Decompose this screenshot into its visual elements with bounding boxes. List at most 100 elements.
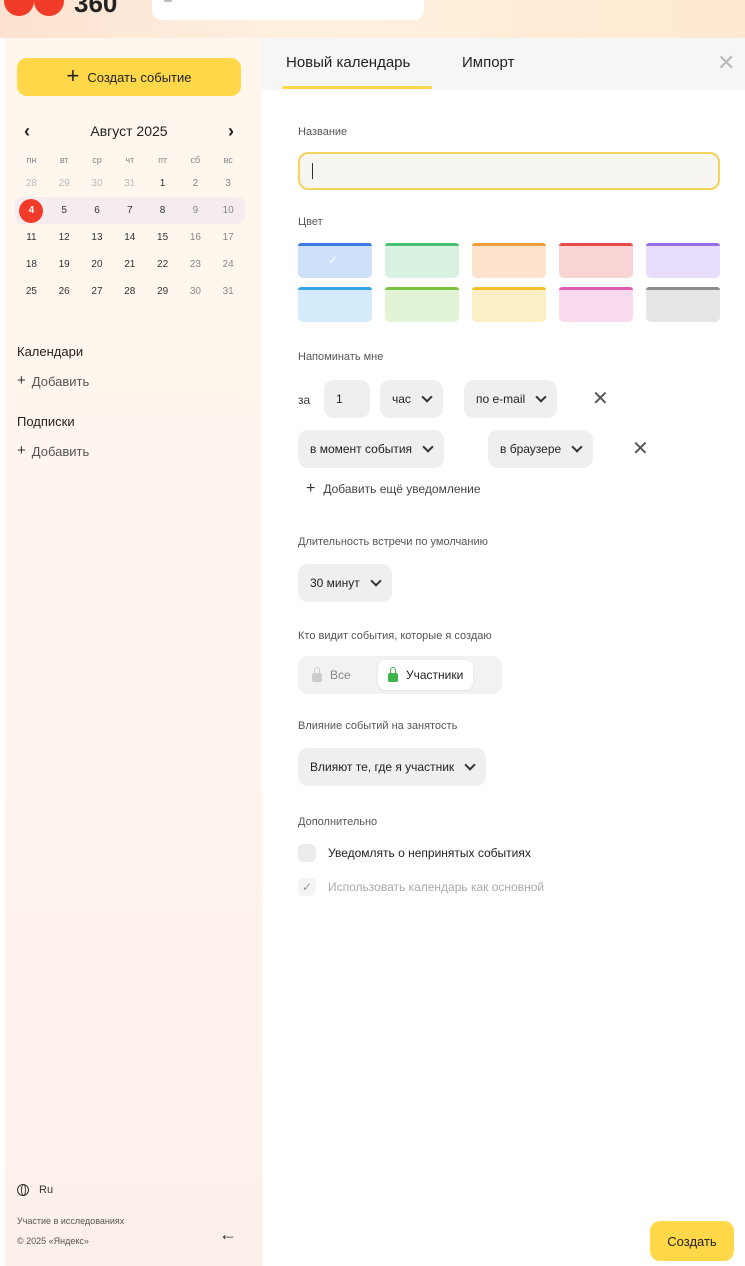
- color-swatch-bar: [646, 287, 720, 290]
- next-month-button[interactable]: ›: [221, 121, 241, 142]
- calendar-day[interactable]: 18: [15, 259, 48, 270]
- calendar-day[interactable]: 30: [179, 286, 212, 297]
- add-subscription-link[interactable]: + Добавить: [17, 443, 89, 459]
- calendar-day[interactable]: 26: [48, 286, 81, 297]
- reminder2-channel-select[interactable]: в браузере: [488, 430, 594, 468]
- busy-select[interactable]: Влияют те, где я участник: [298, 748, 487, 786]
- calendar-day[interactable]: 28: [113, 286, 146, 297]
- calendar-week-row: 25 26 27 28 29 30 31: [15, 278, 245, 305]
- calendar-day[interactable]: 29: [48, 178, 81, 189]
- visibility-option-participants[interactable]: Участники: [378, 660, 474, 690]
- calendar-day-number: 28: [124, 286, 136, 297]
- calendar-day[interactable]: 2: [179, 178, 212, 189]
- calendar-day[interactable]: 9: [179, 205, 212, 216]
- calendar-day[interactable]: 10: [212, 205, 245, 216]
- calendar-day[interactable]: 28: [15, 178, 48, 189]
- research-link[interactable]: Участие в исследованиях: [17, 1216, 124, 1226]
- calendar-day[interactable]: 3: [212, 178, 245, 189]
- reminder-unit-select[interactable]: час: [380, 380, 443, 418]
- calendar-day[interactable]: 17: [212, 232, 245, 243]
- color-swatch[interactable]: [646, 287, 720, 322]
- prev-month-button[interactable]: ‹: [17, 121, 37, 142]
- calendar-day[interactable]: 8: [146, 205, 179, 216]
- remind-label: Напоминать мне: [298, 351, 384, 363]
- calendar-day-number: 10: [222, 205, 234, 216]
- color-swatch[interactable]: [559, 243, 633, 278]
- reminder2-channel-value: в браузере: [500, 442, 562, 456]
- calendar-day[interactable]: 7: [113, 205, 146, 216]
- calendar-week-row: 28 29 30 31 1 2 3: [15, 170, 245, 197]
- subscriptions-title: Подписки: [17, 414, 75, 429]
- use-as-primary-checkbox[interactable]: ✓: [298, 878, 316, 896]
- calendar-day[interactable]: 13: [81, 232, 114, 243]
- calendar-day[interactable]: 1: [146, 178, 179, 189]
- tab-new-calendar[interactable]: Новый календарь: [286, 54, 410, 71]
- calendar-day[interactable]: 22: [146, 259, 179, 270]
- remove-reminder-2-icon[interactable]: ✕: [632, 436, 649, 461]
- reminder-amount-input[interactable]: 1: [324, 380, 370, 418]
- reminder-channel-select[interactable]: по e-mail: [464, 380, 558, 418]
- add-reminder-link[interactable]: + Добавить ещё уведомление: [306, 480, 481, 497]
- calendar-day[interactable]: 6: [81, 205, 114, 216]
- close-icon[interactable]: ✕: [717, 50, 735, 76]
- collapse-sidebar-icon[interactable]: ←: [219, 1224, 237, 1245]
- calendar-day[interactable]: 27: [81, 286, 114, 297]
- create-event-button[interactable]: + Создать событие: [17, 58, 241, 96]
- color-swatch[interactable]: [646, 243, 720, 278]
- plus-icon: +: [306, 480, 316, 497]
- active-tab-indicator: [282, 86, 432, 89]
- language-switcher[interactable]: Ru: [17, 1184, 53, 1196]
- duration-label: Длительность встречи по умолчанию: [298, 536, 488, 548]
- calendar-day-today[interactable]: 4: [15, 198, 48, 223]
- tab-import[interactable]: Импорт: [462, 54, 514, 71]
- calendar-day[interactable]: 12: [48, 232, 81, 243]
- new-calendar-panel: Новый календарь Импорт ✕ Название Цвет ✓…: [262, 38, 745, 1266]
- notify-unaccepted-option[interactable]: Уведомлять о непринятых событиях: [298, 844, 531, 862]
- calendar-day[interactable]: 21: [113, 259, 146, 270]
- calendar-day[interactable]: 5: [48, 205, 81, 216]
- duration-select[interactable]: 30 минут: [298, 564, 392, 602]
- calendar-day[interactable]: 23: [179, 259, 212, 270]
- color-swatch[interactable]: [385, 243, 459, 278]
- calendar-day[interactable]: 31: [113, 178, 146, 189]
- calendar-day-number: 24: [222, 259, 234, 270]
- calendar-day-number: 28: [25, 178, 37, 189]
- use-as-primary-option[interactable]: ✓ Использовать календарь как основной: [298, 878, 544, 896]
- color-swatch[interactable]: [385, 287, 459, 322]
- color-swatch[interactable]: [559, 287, 633, 322]
- calendar-day[interactable]: 14: [113, 232, 146, 243]
- chevron-down-icon: [370, 574, 382, 587]
- calendar-day[interactable]: 16: [179, 232, 212, 243]
- notify-unaccepted-label: Уведомлять о непринятых событиях: [328, 846, 531, 860]
- color-swatch[interactable]: [472, 243, 546, 278]
- calendar-day[interactable]: 25: [15, 286, 48, 297]
- calendar-day-number: 18: [25, 259, 37, 270]
- calendars-title: Календари: [17, 344, 84, 359]
- color-swatch[interactable]: [298, 287, 372, 322]
- calendar-day[interactable]: 24: [212, 259, 245, 270]
- chevron-down-icon: [535, 390, 547, 403]
- calendar-day-number: 21: [124, 259, 136, 270]
- calendar-day[interactable]: 20: [81, 259, 114, 270]
- color-swatch[interactable]: [472, 287, 546, 322]
- reminder-when-select[interactable]: в момент события: [298, 430, 445, 468]
- calendar-week-row: 4 5 6 7 8 9 10: [15, 197, 245, 224]
- search-input[interactable]: [152, 0, 424, 20]
- calendar-day[interactable]: 15: [146, 232, 179, 243]
- visibility-option-all[interactable]: Все: [302, 660, 361, 690]
- remove-reminder-1-icon[interactable]: ✕: [592, 386, 609, 411]
- calendar-day[interactable]: 19: [48, 259, 81, 270]
- calendar-day[interactable]: 30: [81, 178, 114, 189]
- color-swatch[interactable]: ✓: [298, 243, 372, 278]
- calendar-day-number: 12: [58, 232, 70, 243]
- calendar-day[interactable]: 29: [146, 286, 179, 297]
- color-swatch-bar: [385, 287, 459, 290]
- add-calendar-link[interactable]: + Добавить: [17, 373, 89, 389]
- calendar-day[interactable]: 31: [212, 286, 245, 297]
- calendar-week-row: 11 12 13 14 15 16 17: [15, 224, 245, 251]
- weekday-label: сб: [190, 155, 201, 165]
- create-calendar-button[interactable]: Создать: [650, 1221, 734, 1261]
- calendar-name-input[interactable]: [298, 152, 720, 190]
- notify-unaccepted-checkbox[interactable]: [298, 844, 316, 862]
- calendar-day[interactable]: 11: [15, 232, 48, 243]
